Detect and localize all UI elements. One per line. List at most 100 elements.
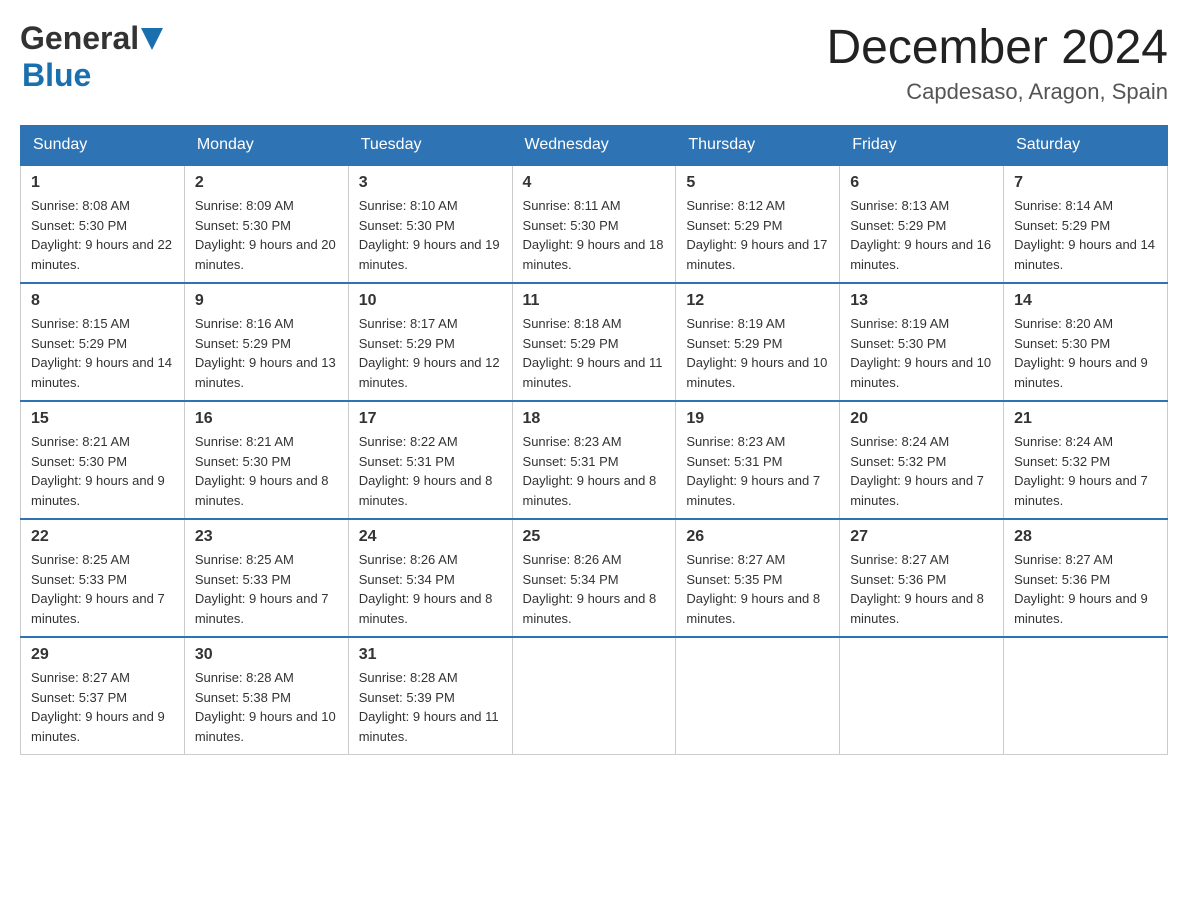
sunset-label: Sunset: 5:29 PM [686,336,782,351]
sunset-label: Sunset: 5:37 PM [31,690,127,705]
sunrise-label: Sunrise: 8:27 AM [31,670,130,685]
sunrise-label: Sunrise: 8:25 AM [31,552,130,567]
day-info: Sunrise: 8:21 AM Sunset: 5:30 PM Dayligh… [31,432,174,510]
sunset-label: Sunset: 5:30 PM [359,218,455,233]
calendar-cell: 5 Sunrise: 8:12 AM Sunset: 5:29 PM Dayli… [676,165,840,283]
calendar-cell: 7 Sunrise: 8:14 AM Sunset: 5:29 PM Dayli… [1004,165,1168,283]
daylight-label: Daylight: 9 hours and 18 minutes. [523,237,664,272]
sunset-label: Sunset: 5:31 PM [523,454,619,469]
header-saturday: Saturday [1004,126,1168,166]
daylight-label: Daylight: 9 hours and 7 minutes. [195,591,329,626]
calendar-week-4: 22 Sunrise: 8:25 AM Sunset: 5:33 PM Dayl… [21,519,1168,637]
daylight-label: Daylight: 9 hours and 7 minutes. [850,473,984,508]
sunrise-label: Sunrise: 8:12 AM [686,198,785,213]
day-number: 22 [31,528,174,546]
logo-general: General [20,20,139,57]
calendar-cell: 4 Sunrise: 8:11 AM Sunset: 5:30 PM Dayli… [512,165,676,283]
day-number: 29 [31,646,174,664]
day-number: 14 [1014,292,1157,310]
daylight-label: Daylight: 9 hours and 17 minutes. [686,237,827,272]
daylight-label: Daylight: 9 hours and 14 minutes. [1014,237,1155,272]
calendar-cell: 27 Sunrise: 8:27 AM Sunset: 5:36 PM Dayl… [840,519,1004,637]
sunset-label: Sunset: 5:36 PM [1014,572,1110,587]
daylight-label: Daylight: 9 hours and 10 minutes. [686,355,827,390]
day-number: 11 [523,292,666,310]
day-info: Sunrise: 8:27 AM Sunset: 5:36 PM Dayligh… [1014,550,1157,628]
sunrise-label: Sunrise: 8:11 AM [523,198,621,213]
sunset-label: Sunset: 5:39 PM [359,690,455,705]
day-number: 25 [523,528,666,546]
sunset-label: Sunset: 5:30 PM [1014,336,1110,351]
calendar-cell: 1 Sunrise: 8:08 AM Sunset: 5:30 PM Dayli… [21,165,185,283]
calendar-cell: 22 Sunrise: 8:25 AM Sunset: 5:33 PM Dayl… [21,519,185,637]
daylight-label: Daylight: 9 hours and 8 minutes. [195,473,329,508]
daylight-label: Daylight: 9 hours and 8 minutes. [359,591,493,626]
calendar-cell: 11 Sunrise: 8:18 AM Sunset: 5:29 PM Dayl… [512,283,676,401]
day-number: 15 [31,410,174,428]
calendar-cell: 19 Sunrise: 8:23 AM Sunset: 5:31 PM Dayl… [676,401,840,519]
daylight-label: Daylight: 9 hours and 10 minutes. [195,709,336,744]
day-number: 3 [359,174,502,192]
daylight-label: Daylight: 9 hours and 13 minutes. [195,355,336,390]
daylight-label: Daylight: 9 hours and 19 minutes. [359,237,500,272]
sunset-label: Sunset: 5:32 PM [1014,454,1110,469]
day-info: Sunrise: 8:10 AM Sunset: 5:30 PM Dayligh… [359,196,502,274]
day-info: Sunrise: 8:13 AM Sunset: 5:29 PM Dayligh… [850,196,993,274]
daylight-label: Daylight: 9 hours and 7 minutes. [686,473,820,508]
header-monday: Monday [184,126,348,166]
day-info: Sunrise: 8:28 AM Sunset: 5:39 PM Dayligh… [359,668,502,746]
day-info: Sunrise: 8:25 AM Sunset: 5:33 PM Dayligh… [195,550,338,628]
sunrise-label: Sunrise: 8:16 AM [195,316,294,331]
calendar-cell: 8 Sunrise: 8:15 AM Sunset: 5:29 PM Dayli… [21,283,185,401]
daylight-label: Daylight: 9 hours and 8 minutes. [359,473,493,508]
daylight-label: Daylight: 9 hours and 11 minutes. [523,355,663,390]
day-number: 18 [523,410,666,428]
day-number: 28 [1014,528,1157,546]
daylight-label: Daylight: 9 hours and 8 minutes. [686,591,820,626]
day-info: Sunrise: 8:08 AM Sunset: 5:30 PM Dayligh… [31,196,174,274]
calendar-cell: 14 Sunrise: 8:20 AM Sunset: 5:30 PM Dayl… [1004,283,1168,401]
calendar-cell [1004,637,1168,755]
day-info: Sunrise: 8:22 AM Sunset: 5:31 PM Dayligh… [359,432,502,510]
sunset-label: Sunset: 5:30 PM [31,218,127,233]
sunset-label: Sunset: 5:33 PM [195,572,291,587]
day-info: Sunrise: 8:16 AM Sunset: 5:29 PM Dayligh… [195,314,338,392]
daylight-label: Daylight: 9 hours and 9 minutes. [31,709,165,744]
day-number: 7 [1014,174,1157,192]
location-subtitle: Capdesaso, Aragon, Spain [826,79,1168,105]
daylight-label: Daylight: 9 hours and 20 minutes. [195,237,336,272]
sunrise-label: Sunrise: 8:08 AM [31,198,130,213]
header-sunday: Sunday [21,126,185,166]
day-info: Sunrise: 8:26 AM Sunset: 5:34 PM Dayligh… [359,550,502,628]
daylight-label: Daylight: 9 hours and 12 minutes. [359,355,500,390]
sunrise-label: Sunrise: 8:17 AM [359,316,458,331]
calendar-cell: 12 Sunrise: 8:19 AM Sunset: 5:29 PM Dayl… [676,283,840,401]
calendar-cell: 6 Sunrise: 8:13 AM Sunset: 5:29 PM Dayli… [840,165,1004,283]
day-number: 24 [359,528,502,546]
sunrise-label: Sunrise: 8:15 AM [31,316,130,331]
sunrise-label: Sunrise: 8:20 AM [1014,316,1113,331]
day-number: 16 [195,410,338,428]
calendar-cell: 26 Sunrise: 8:27 AM Sunset: 5:35 PM Dayl… [676,519,840,637]
daylight-label: Daylight: 9 hours and 16 minutes. [850,237,991,272]
sunrise-label: Sunrise: 8:21 AM [195,434,294,449]
day-info: Sunrise: 8:19 AM Sunset: 5:30 PM Dayligh… [850,314,993,392]
sunset-label: Sunset: 5:36 PM [850,572,946,587]
day-info: Sunrise: 8:23 AM Sunset: 5:31 PM Dayligh… [686,432,829,510]
day-info: Sunrise: 8:26 AM Sunset: 5:34 PM Dayligh… [523,550,666,628]
sunset-label: Sunset: 5:30 PM [195,454,291,469]
sunset-label: Sunset: 5:30 PM [31,454,127,469]
sunrise-label: Sunrise: 8:09 AM [195,198,294,213]
day-info: Sunrise: 8:24 AM Sunset: 5:32 PM Dayligh… [850,432,993,510]
calendar-cell: 2 Sunrise: 8:09 AM Sunset: 5:30 PM Dayli… [184,165,348,283]
calendar-table: Sunday Monday Tuesday Wednesday Thursday… [20,125,1168,755]
sunset-label: Sunset: 5:30 PM [523,218,619,233]
calendar-cell: 15 Sunrise: 8:21 AM Sunset: 5:30 PM Dayl… [21,401,185,519]
day-number: 10 [359,292,502,310]
calendar-cell [676,637,840,755]
sunrise-label: Sunrise: 8:24 AM [850,434,949,449]
daylight-label: Daylight: 9 hours and 9 minutes. [1014,355,1148,390]
header-thursday: Thursday [676,126,840,166]
sunrise-label: Sunrise: 8:26 AM [523,552,622,567]
sunrise-label: Sunrise: 8:14 AM [1014,198,1113,213]
